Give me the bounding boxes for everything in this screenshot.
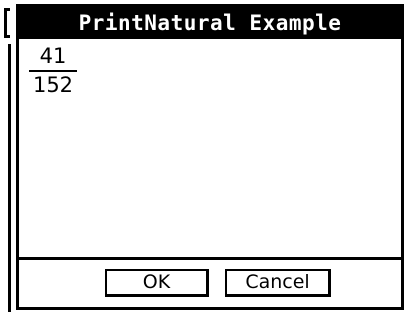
ok-button[interactable]: OK	[105, 269, 209, 297]
natural-fraction-display: 41 152	[29, 45, 77, 96]
dialog-content-area: 41 152	[19, 39, 401, 261]
fraction-numerator: 41	[39, 44, 67, 68]
dialog-title: PrintNatural Example	[19, 7, 401, 39]
cancel-button[interactable]: Cancel	[225, 269, 331, 297]
background-editor-edge	[8, 44, 11, 312]
dialog-button-row: OK Cancel	[19, 257, 401, 307]
fraction-denominator: 152	[32, 73, 74, 97]
background-editor-bracket	[4, 8, 10, 38]
fraction-bar	[29, 70, 77, 72]
print-natural-dialog: PrintNatural Example 41 152 OK Cancel	[16, 4, 404, 310]
